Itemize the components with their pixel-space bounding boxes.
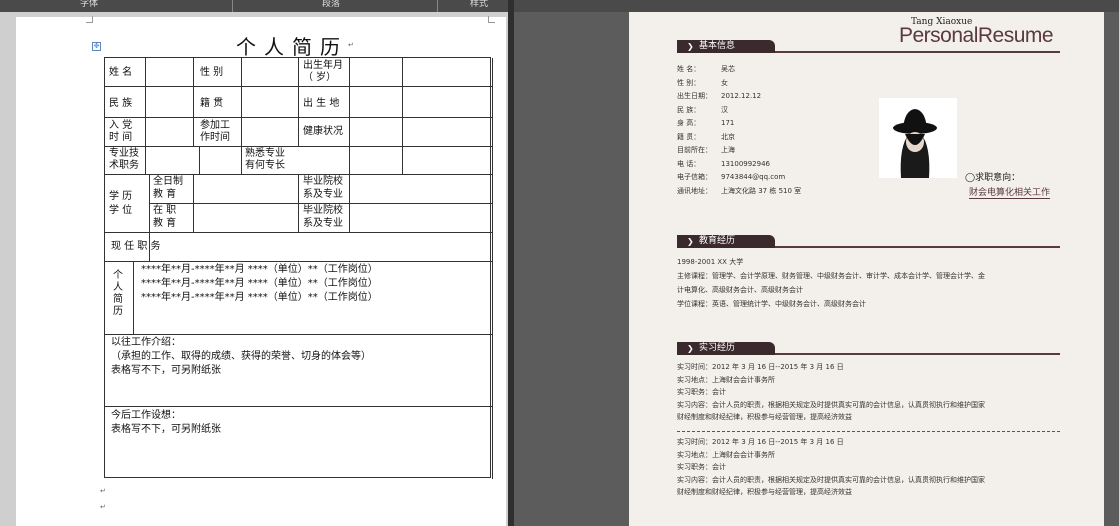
ribbon-divider: [437, 0, 438, 12]
basic-info-label: 电 话：: [677, 159, 701, 168]
ribbon-strip: 字体 段落 样式: [0, 0, 1119, 12]
past-work-title: 以往工作介绍：: [111, 337, 181, 348]
history-line-2[interactable]: ****年**月-****年**月 ****（单位）**（工作岗位）: [141, 278, 378, 290]
label-fulltime-1: 全日制: [153, 176, 183, 187]
education-line: 主修课程：管理学、会计学原理、财务管理、中级财务会计、审计学、成本会计学、管理会…: [677, 272, 985, 280]
label-birthplace: 出 生 地: [303, 98, 340, 109]
internship-line: 实习时间：2012 年 3 月 16 日--2015 年 3 月 16 日: [677, 438, 844, 446]
job-goal-value[interactable]: 财会电算化相关工作: [969, 185, 1051, 199]
education-line: 1998-2001 XX 大学: [677, 258, 744, 266]
job-goal-label: ◯求职意向：: [965, 173, 1021, 183]
label-edu-1: 学 历: [109, 191, 133, 202]
basic-info-label: 出生日期：: [677, 92, 712, 100]
label-school-a1: 毕业院校: [303, 176, 343, 187]
basic-info-value: 9743844@qq.com: [721, 173, 786, 181]
basic-info-value: 171: [721, 119, 735, 127]
label-position: 现 任 职 务: [111, 241, 161, 252]
label-work-1: 参加工: [200, 120, 230, 131]
right-document-pane[interactable]: Tang Xiaoxue PersonalResume 基本信息 ◯求职意向： …: [514, 12, 1119, 526]
basic-info-label: 目前所在：: [677, 146, 712, 154]
label-title-2: 术职务: [109, 160, 139, 171]
left-page[interactable]: ✥ 个人简历 ↵ 姓 名 性 别 出生年月 （ 岁） 民 族 籍 贯 出 生 地…: [16, 16, 506, 526]
profile-photo: [879, 98, 957, 178]
label-school-b1: 毕业院校: [303, 205, 343, 216]
basic-info-value: 汉: [721, 105, 728, 114]
basic-info-value: 北京: [721, 132, 735, 141]
label-fulltime-2: 教 育: [153, 189, 177, 200]
history-line-1[interactable]: ****年**月-****年**月 ****（单位）**（工作岗位）: [141, 264, 378, 276]
corner-mark: [488, 16, 495, 23]
basic-info-value: 2012.12.12: [721, 92, 762, 100]
paragraph-group-label[interactable]: 段落: [322, 0, 340, 12]
label-birth: 出生年月: [303, 60, 343, 71]
dashed-divider: [677, 431, 1060, 432]
internship-line: 实习地点：上海财会会计事务所: [677, 375, 775, 384]
basic-info-label: 民 族：: [677, 105, 701, 114]
label-ethnicity: 民 族: [109, 98, 133, 109]
label-birth-age: （ 岁）: [303, 72, 337, 83]
font-group-label[interactable]: 字体: [80, 0, 98, 12]
internship-line: 财经制度和财经纪律，积极参与经营管理，提高经济效益: [677, 488, 852, 496]
basic-info-label: 籍 贯：: [677, 132, 701, 141]
internship-line: 实习内容：会计人员的职责，根据相关规定及时提供真实可靠的会计信息，认真贯彻执行和…: [677, 475, 985, 484]
label-party-2: 时 间: [109, 132, 133, 143]
label-school-a2: 系及专业: [303, 189, 343, 200]
label-school-b2: 系及专业: [303, 218, 343, 229]
past-work-note: 表格写不下，可另附纸张: [111, 365, 221, 376]
paragraph-mark-icon: ↵: [348, 41, 354, 49]
left-document-pane[interactable]: ✥ 个人简历 ↵ 姓 名 性 别 出生年月 （ 岁） 民 族 籍 贯 出 生 地…: [0, 12, 508, 526]
internship-line: 实习地点：上海财会会计事务所: [677, 450, 775, 459]
paragraph-mark-icon: ↵: [100, 487, 106, 495]
internship-line: 实习时间：2012 年 3 月 16 日--2015 年 3 月 16 日: [677, 363, 844, 371]
document-title: 个人简历: [236, 35, 348, 59]
label-edu-2: 学 位: [109, 205, 133, 216]
basic-info-value: 上海文化路 37 栋 510 室: [721, 186, 802, 195]
label-gender: 性 别: [200, 67, 224, 78]
right-page[interactable]: Tang Xiaoxue PersonalResume 基本信息 ◯求职意向： …: [629, 12, 1104, 526]
paragraph-mark-icon: ↵: [100, 503, 106, 511]
label-name: 姓 名: [109, 67, 133, 78]
basic-info-label: 性 别：: [677, 78, 701, 87]
corner-mark: [86, 16, 93, 23]
basic-info-value: 13100992946: [721, 159, 770, 168]
history-line-3[interactable]: ****年**月-****年**月 ****（单位）**（工作岗位）: [141, 292, 378, 304]
internship-line: 实习内容：会计人员的职责，根据相关规定及时提供真实可靠的会计信息，认真贯彻执行和…: [677, 400, 985, 409]
internship-line: 实习职务：会计: [677, 463, 726, 471]
label-health: 健康状况: [303, 126, 343, 137]
label-skill-1: 熟悉专业: [245, 148, 285, 159]
basic-info-value: 女: [721, 78, 728, 87]
resume-table[interactable]: 姓 名 性 别 出生年月 （ 岁） 民 族 籍 贯 出 生 地 入 党 时 间 …: [104, 57, 493, 479]
styles-group-label[interactable]: 样式: [470, 0, 488, 12]
ribbon-divider: [232, 0, 233, 12]
internship-line: 财经制度和财经纪律，积极参与经营管理，提高经济效益: [677, 413, 852, 421]
education-line: 计电算化、高级财务会计、高级财务会计: [677, 286, 803, 294]
label-party-1: 入 党: [109, 120, 133, 131]
basic-info-value: 吴芯: [721, 65, 735, 73]
basic-info-label: 通讯地址：: [677, 186, 712, 195]
label-skill-2: 有何专长: [245, 160, 285, 171]
label-inservice-2: 教 育: [153, 218, 177, 229]
label-resume: 个人简历: [113, 270, 123, 317]
future-plan-title: 今后工作设想：: [111, 410, 181, 421]
label-origin: 籍 贯: [200, 98, 224, 109]
label-title-1: 专业技: [109, 148, 139, 159]
basic-info-label: 身 高：: [677, 119, 701, 127]
basic-info-value: 上海: [721, 146, 735, 154]
future-plan-note: 表格写不下，可另附纸张: [111, 424, 221, 435]
past-work-desc: （承担的工作、取得的成绩、获得的荣誉、切身的体会等）: [111, 351, 371, 362]
basic-info-label: 姓 名：: [677, 65, 701, 73]
internship-line: 实习职务：会计: [677, 388, 726, 396]
table-move-icon[interactable]: ✥: [92, 42, 101, 51]
label-work-2: 作时间: [200, 132, 230, 143]
education-line: 学位课程：英语、管理统计学、中级财务会计、高级财务会计: [677, 300, 866, 308]
basic-info-label: 电子信箱：: [677, 173, 712, 181]
label-inservice-1: 在 职: [153, 205, 177, 216]
brand-title: PersonalResume: [899, 24, 1054, 47]
